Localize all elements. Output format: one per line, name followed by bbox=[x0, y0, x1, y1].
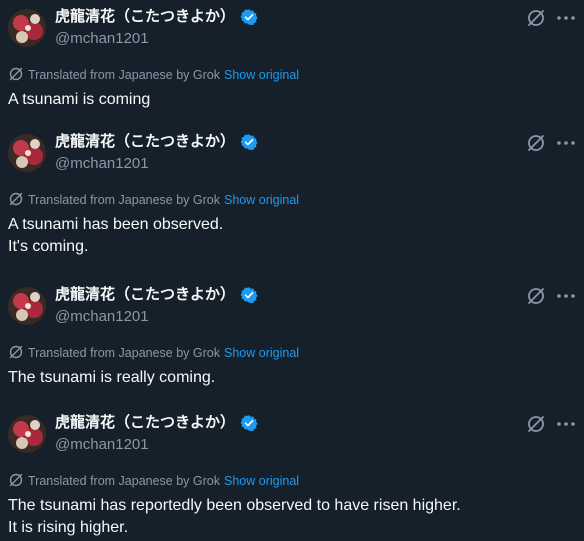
post-text-line: It is rising higher. bbox=[8, 519, 129, 536]
more-dots-icon[interactable] bbox=[555, 286, 577, 306]
verified-badge-icon bbox=[240, 8, 258, 26]
user-handle[interactable]: @mchan1201 bbox=[55, 436, 149, 454]
display-name[interactable]: 虎龍清花（こたつきよか） bbox=[55, 133, 235, 151]
grok-icon[interactable] bbox=[526, 133, 546, 153]
post-text: The tsunami has reportedly been observed… bbox=[8, 495, 461, 539]
grok-translate-icon bbox=[8, 191, 24, 207]
post-text-line: The tsunami has reportedly been observed… bbox=[8, 497, 461, 514]
grok-icon[interactable] bbox=[526, 286, 546, 306]
grok-translate-icon bbox=[8, 472, 24, 488]
translation-note: Translated from Japanese by Grok Show ori… bbox=[8, 191, 299, 207]
show-original-link[interactable]: Show original bbox=[224, 193, 299, 207]
show-original-link[interactable]: Show original bbox=[224, 68, 299, 82]
translation-note: Translated from Japanese by Grok Show ori… bbox=[8, 472, 299, 488]
post-text: A tsunami is coming bbox=[8, 89, 150, 111]
verified-badge-icon bbox=[240, 133, 258, 151]
more-dots-icon[interactable] bbox=[555, 414, 577, 434]
post-text-line: A tsunami is coming bbox=[8, 91, 151, 108]
display-name[interactable]: 虎龍清花（こたつきよか） bbox=[55, 286, 235, 304]
post-text-line: It's coming. bbox=[8, 238, 89, 255]
more-dots-icon[interactable] bbox=[555, 8, 577, 28]
translation-label: Translated from Japanese by Grok bbox=[28, 474, 220, 488]
user-handle[interactable]: @mchan1201 bbox=[55, 30, 149, 48]
translation-label: Translated from Japanese by Grok bbox=[28, 193, 220, 207]
avatar[interactable] bbox=[8, 9, 46, 47]
grok-icon[interactable] bbox=[526, 8, 546, 28]
translation-label: Translated from Japanese by Grok bbox=[28, 68, 220, 82]
post-text: The tsunami is really coming. bbox=[8, 367, 215, 389]
verified-badge-icon bbox=[240, 286, 258, 304]
display-name[interactable]: 虎龍清花（こたつきよか） bbox=[55, 8, 235, 26]
display-name[interactable]: 虎龍清花（こたつきよか） bbox=[55, 414, 235, 432]
post-text-line: A tsunami has been observed. bbox=[8, 216, 224, 233]
grok-icon[interactable] bbox=[526, 414, 546, 434]
verified-badge-icon bbox=[240, 414, 258, 432]
post-text: A tsunami has been observed. It's coming… bbox=[8, 214, 223, 258]
avatar[interactable] bbox=[8, 415, 46, 453]
show-original-link[interactable]: Show original bbox=[224, 346, 299, 360]
translation-note: Translated from Japanese by Grok Show ori… bbox=[8, 344, 299, 360]
user-handle[interactable]: @mchan1201 bbox=[55, 308, 149, 326]
more-dots-icon[interactable] bbox=[555, 133, 577, 153]
grok-translate-icon bbox=[8, 66, 24, 82]
grok-translate-icon bbox=[8, 344, 24, 360]
post-text-line: The tsunami is really coming. bbox=[8, 369, 216, 386]
user-handle[interactable]: @mchan1201 bbox=[55, 155, 149, 173]
avatar[interactable] bbox=[8, 287, 46, 325]
avatar[interactable] bbox=[8, 134, 46, 172]
translation-note: Translated from Japanese by Grok Show ori… bbox=[8, 66, 299, 82]
translation-label: Translated from Japanese by Grok bbox=[28, 346, 220, 360]
show-original-link[interactable]: Show original bbox=[224, 474, 299, 488]
